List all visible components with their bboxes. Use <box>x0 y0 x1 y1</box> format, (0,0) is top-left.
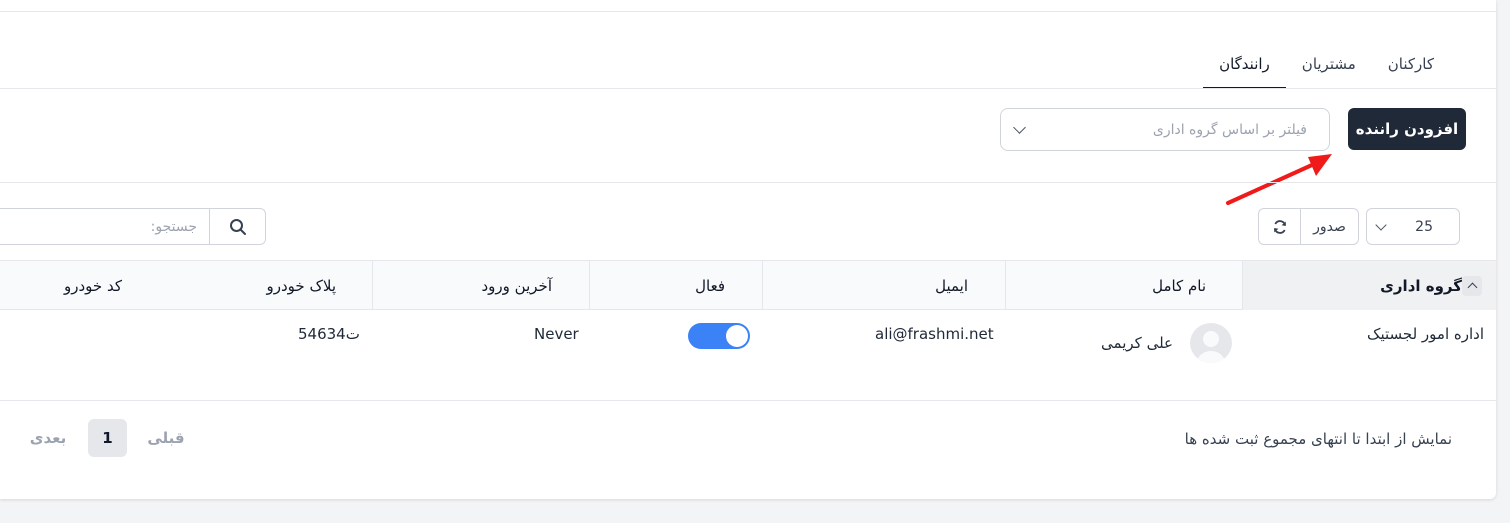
refresh-button[interactable] <box>1259 209 1301 244</box>
chevron-down-icon <box>1375 218 1387 231</box>
add-driver-button[interactable]: افزودن راننده <box>1348 108 1466 150</box>
active-toggle[interactable] <box>688 323 750 349</box>
avatar <box>1190 323 1232 363</box>
header-name[interactable]: نام کامل <box>1005 261 1242 310</box>
filter-placeholder: فیلتر بر اساس گروه اداری <box>1152 121 1307 138</box>
header-active[interactable]: فعال <box>589 261 762 310</box>
tab-drivers[interactable]: رانندگان <box>1203 40 1286 88</box>
export-group: صدور <box>1258 208 1359 245</box>
page-1-button[interactable]: 1 <box>88 419 127 457</box>
tabs-divider <box>0 88 1496 89</box>
export-button[interactable]: صدور <box>1301 209 1358 244</box>
tab-staff[interactable]: کارکنان <box>1372 40 1450 88</box>
search-input[interactable] <box>0 209 209 244</box>
cell-email: ali@frashmi.net <box>875 325 994 343</box>
tab-customers[interactable]: مشتریان <box>1286 40 1372 88</box>
table-header: گروه اداری نام کامل ایمیل فعال آخرین ورو… <box>0 260 1496 310</box>
header-vehicle-code[interactable]: کد خودرو <box>0 261 150 310</box>
cell-name: علی کریمی <box>1101 334 1173 352</box>
page-size-value: 25 <box>1415 218 1433 235</box>
cell-last-login: Never <box>534 325 579 343</box>
avatar-icon <box>1197 331 1225 363</box>
page-size-select[interactable]: 25 <box>1366 208 1460 245</box>
header-group[interactable]: گروه اداری <box>1242 261 1496 310</box>
cell-group: اداره امور لجستیک <box>1367 325 1484 343</box>
prev-page-button[interactable]: قبلی <box>147 419 184 457</box>
table-bottom-divider <box>0 400 1496 401</box>
header-email[interactable]: ایمیل <box>762 261 1005 310</box>
red-arrow-annotation <box>1226 154 1332 205</box>
drivers-card: کارکنان مشتریان رانندگان افزودن راننده ف… <box>0 0 1496 499</box>
chevron-down-icon <box>1013 121 1026 134</box>
search-button[interactable] <box>209 209 265 244</box>
search-icon <box>229 218 246 235</box>
top-divider <box>0 11 1496 12</box>
refresh-icon <box>1273 219 1286 234</box>
next-page-button[interactable]: بعدی <box>26 419 70 457</box>
header-last-login[interactable]: آخرین ورود <box>372 261 589 310</box>
table-info: نمایش از ابتدا تا انتهای مجموع ثبت شده ه… <box>1184 430 1452 448</box>
search-box <box>0 208 266 245</box>
user-type-tabs: کارکنان مشتریان رانندگان <box>1203 40 1450 88</box>
header-plate[interactable]: پلاک خودرو <box>150 261 372 310</box>
section-divider <box>0 182 1496 183</box>
group-filter-select[interactable]: فیلتر بر اساس گروه اداری <box>1000 108 1330 151</box>
cell-plate: 546ت34 <box>298 325 360 343</box>
sort-up-icon <box>1462 275 1482 296</box>
